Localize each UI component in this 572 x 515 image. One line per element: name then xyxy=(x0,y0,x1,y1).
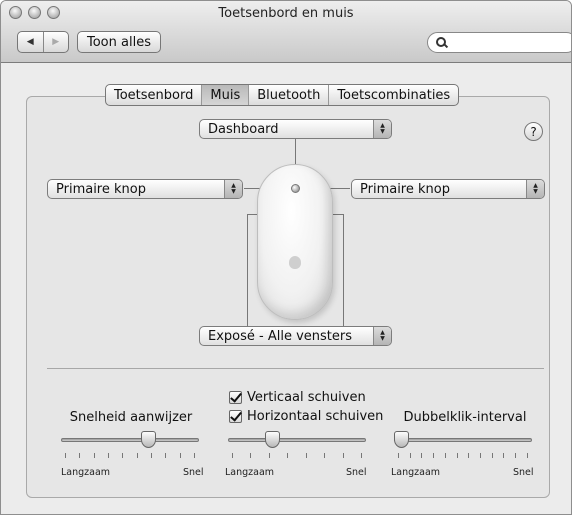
slider-ticks xyxy=(232,453,362,458)
title-bar: Toetsenbord en muis ◀ ▶ Toon alles xyxy=(1,1,571,63)
horizontal-scroll-label: Horizontaal schuiven xyxy=(247,409,384,424)
search-field[interactable] xyxy=(427,32,571,53)
checkbox-checked-icon xyxy=(229,391,242,404)
tab-toetsenbord[interactable]: Toetsenbord xyxy=(106,85,203,105)
bottom-button-popup[interactable]: Exposé - Alle vensters ▲ ▼ xyxy=(199,326,392,346)
scroll-ball-icon xyxy=(291,184,300,193)
popup-arrows-icon: ▲ ▼ xyxy=(373,327,391,345)
pointer-speed-label: Snelheid aanwijzer xyxy=(69,410,193,425)
popup-arrows-icon: ▲ ▼ xyxy=(224,180,242,198)
forward-arrow-icon[interactable]: ▶ xyxy=(44,32,69,52)
popup-arrows-icon: ▲ ▼ xyxy=(373,120,391,138)
pointer-speed-slider[interactable] xyxy=(61,431,199,471)
slider-thumb[interactable] xyxy=(265,431,280,448)
right-button-popup[interactable]: Primaire knop ▲ ▼ xyxy=(351,179,545,199)
search-icon xyxy=(436,36,448,49)
slider-track xyxy=(61,438,199,442)
right-button-value: Primaire knop xyxy=(360,181,450,197)
vertical-scroll-checkbox[interactable]: Verticaal schuiven xyxy=(229,390,366,405)
slider-ticks xyxy=(398,453,528,458)
back-arrow-icon[interactable]: ◀ xyxy=(18,32,44,52)
left-side-tick xyxy=(247,214,257,215)
double-click-max-label: Snel xyxy=(513,467,534,478)
tab-bluetooth[interactable]: Bluetooth xyxy=(249,85,330,105)
slider-track xyxy=(228,438,366,442)
double-click-min-label: Langzaam xyxy=(391,467,441,478)
vertical-scroll-label: Verticaal schuiven xyxy=(247,390,366,405)
tab-toetscombinaties[interactable]: Toetscombinaties xyxy=(329,85,458,105)
pointer-speed-min-label: Langzaam xyxy=(61,467,111,478)
slider-track xyxy=(394,438,532,442)
separator xyxy=(47,368,544,369)
apple-logo-icon xyxy=(289,256,301,269)
horizontal-scroll-checkbox[interactable]: Horizontaal schuiven xyxy=(229,409,383,424)
top-button-value: Dashboard xyxy=(208,121,279,137)
popup-arrows-icon: ▲ ▼ xyxy=(526,180,544,198)
pointer-speed-max-label: Snel xyxy=(183,467,204,478)
right-side-line xyxy=(343,214,344,326)
bottom-button-value: Exposé - Alle vensters xyxy=(208,328,353,344)
double-click-slider[interactable] xyxy=(394,431,532,471)
right-side-tick xyxy=(333,214,343,215)
slider-ticks xyxy=(65,453,195,458)
left-button-popup[interactable]: Primaire knop ▲ ▼ xyxy=(47,179,243,199)
back-forward-control: ◀ ▶ xyxy=(17,31,69,53)
show-all-button[interactable]: Toon alles xyxy=(77,31,161,53)
scroll-speed-slider[interactable] xyxy=(228,431,366,471)
scroll-speed-min-label: Langzaam xyxy=(225,467,275,478)
slider-thumb[interactable] xyxy=(141,431,156,448)
tab-muis[interactable]: Muis xyxy=(202,85,250,105)
slider-thumb[interactable] xyxy=(394,431,409,448)
double-click-label: Dubbelklik-interval xyxy=(403,410,527,425)
left-side-line xyxy=(247,214,248,326)
window-title: Toetsenbord en muis xyxy=(218,6,354,21)
preferences-window: Toetsenbord en muis ◀ ▶ Toon alles Toets… xyxy=(0,0,572,515)
tab-bar: Toetsenbord Muis Bluetooth Toetscombinat… xyxy=(105,84,460,106)
checkbox-checked-icon xyxy=(229,410,242,423)
left-button-value: Primaire knop xyxy=(56,181,146,197)
help-button[interactable]: ? xyxy=(524,122,543,141)
scroll-speed-max-label: Snel xyxy=(346,467,367,478)
top-button-popup[interactable]: Dashboard ▲ ▼ xyxy=(199,119,392,139)
